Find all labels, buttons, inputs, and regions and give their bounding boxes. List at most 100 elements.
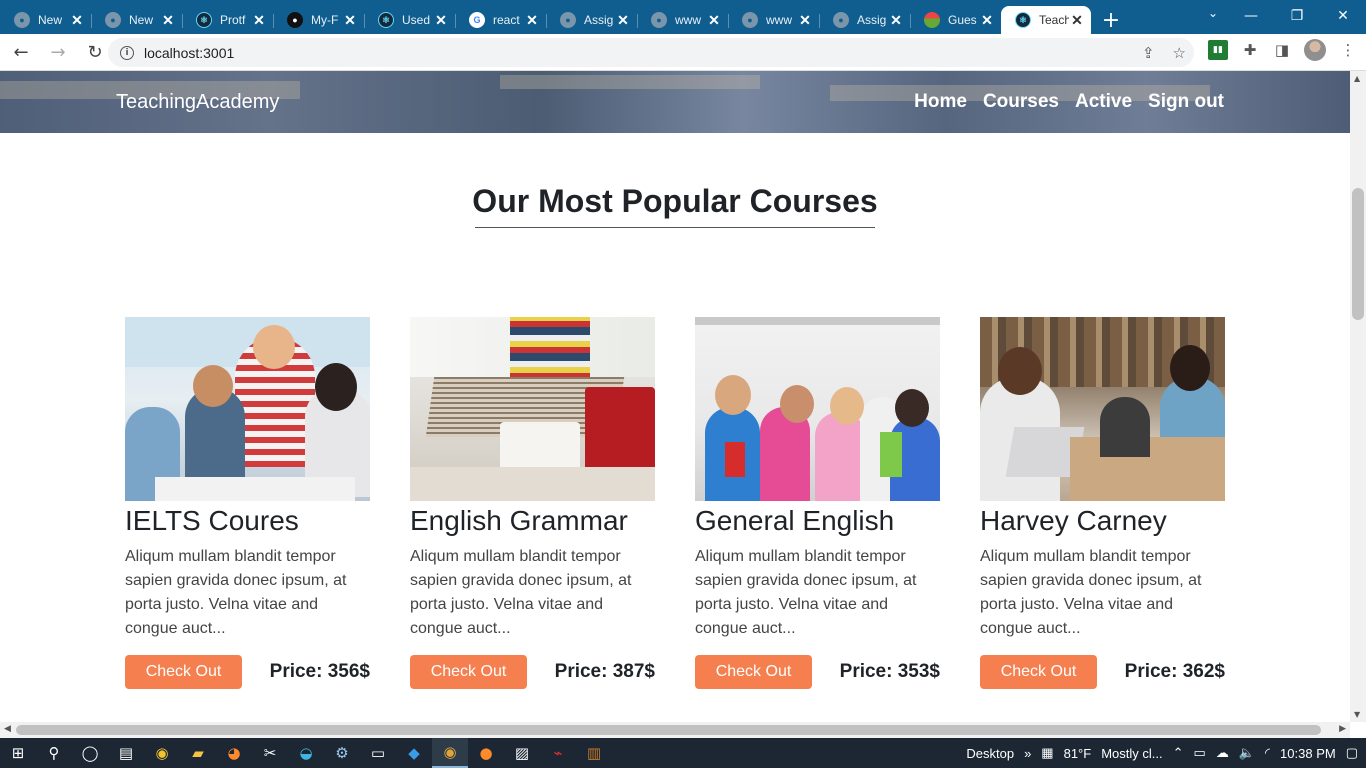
nav-home[interactable]: Home — [914, 91, 967, 113]
forward-arrow-icon[interactable]: → — [42, 36, 74, 68]
vertical-scrollbar[interactable]: ▲ ▼ — [1350, 71, 1366, 722]
capcut-icon[interactable]: ✂ — [252, 738, 288, 768]
browser-tab[interactable]: Greact ✕ — [455, 6, 546, 34]
scroll-down-arrow-icon[interactable]: ▼ — [1354, 710, 1360, 719]
restore-icon[interactable]: ❐ — [1274, 0, 1320, 32]
minimize-icon[interactable]: — — [1228, 0, 1274, 32]
desktop-toolbar-label[interactable]: Desktop — [966, 746, 1014, 761]
browser-tab[interactable]: ⚛ Protf ✕ — [182, 6, 273, 34]
onedrive-icon[interactable]: ☁ — [1216, 745, 1229, 761]
app-icon[interactable]: ⚙ — [324, 738, 360, 768]
browser-tab[interactable]: ● New ✕ — [91, 6, 182, 34]
browser-tab[interactable]: ● New ✕ — [0, 6, 91, 34]
kebab-menu-icon[interactable]: ⋮ — [1338, 40, 1358, 60]
bookmark-star-icon[interactable]: ☆ — [1173, 44, 1186, 62]
check-out-button[interactable]: Check Out — [410, 655, 527, 689]
browser-tab-active[interactable]: ⚛ Teach ✕ — [1001, 6, 1091, 34]
close-icon[interactable]: ✕ — [615, 12, 631, 29]
profile-avatar[interactable] — [1304, 39, 1326, 61]
chrome-icon[interactable]: ◉ — [144, 738, 180, 768]
course-card: General English Aliqum mullam blandit te… — [695, 317, 940, 689]
close-icon[interactable]: ✕ — [524, 12, 540, 29]
browser-tab[interactable]: ● My-F ✕ — [273, 6, 364, 34]
temperature[interactable]: 81°F — [1064, 746, 1092, 761]
tab-title: My-F — [311, 13, 339, 27]
horizontal-scrollbar[interactable]: ◀ ▶ — [0, 722, 1350, 738]
close-icon[interactable]: ✕ — [1069, 12, 1085, 29]
tab-title: Gues — [948, 13, 977, 27]
browser-tab[interactable]: ● Assig ✕ — [819, 6, 910, 34]
address-bar[interactable]: i localhost:3001 ⇪ ☆ — [108, 38, 1194, 67]
close-icon[interactable]: ✕ — [251, 12, 267, 29]
browser-tab[interactable]: Gues ✕ — [910, 6, 1001, 34]
info-icon[interactable]: i — [120, 45, 134, 60]
file-explorer-icon[interactable]: ▰ — [180, 738, 216, 768]
weather-text[interactable]: Mostly cl... — [1101, 746, 1162, 761]
task-view-icon[interactable]: ▤ — [108, 738, 144, 768]
tab-title: Assig — [584, 13, 614, 27]
github-icon: ● — [287, 12, 303, 28]
wifi-icon[interactable]: ◜ — [1265, 745, 1270, 761]
search-icon[interactable]: ⚲ — [36, 738, 72, 768]
puzzle-icon[interactable]: ✚ — [1240, 40, 1260, 60]
close-icon[interactable]: ✕ — [69, 12, 85, 29]
close-icon[interactable]: ✕ — [160, 12, 176, 29]
globe-icon: ● — [833, 12, 849, 28]
nav-courses[interactable]: Courses — [983, 91, 1059, 113]
close-window-icon[interactable]: ✕ — [1320, 0, 1366, 32]
winrar-icon[interactable]: ▥ — [576, 738, 612, 768]
windows-taskbar: ⊞ ⚲ ◯ ▤ ◉ ▰ ◕ ✂ ◒ ⚙ ▭ ◆ ◉ ● ▨ ⌁ ▥ Deskto… — [0, 738, 1366, 768]
globe-icon: ● — [14, 12, 30, 28]
network-icon[interactable]: ▭ — [1194, 745, 1206, 761]
course-image — [125, 317, 370, 501]
close-icon[interactable]: ✕ — [888, 12, 904, 29]
photos-icon[interactable]: ▨ — [504, 738, 540, 768]
chevron-right-icon[interactable]: » — [1024, 746, 1031, 761]
check-out-button[interactable]: Check Out — [695, 655, 812, 689]
terminal-icon[interactable]: ▭ — [360, 738, 396, 768]
scroll-right-arrow-icon[interactable]: ▶ — [1339, 724, 1346, 734]
chrome-active-icon[interactable]: ◉ — [432, 738, 468, 768]
sublime-icon[interactable]: ● — [468, 738, 504, 768]
browser-tab[interactable]: ● Assig ✕ — [546, 6, 637, 34]
check-out-button[interactable]: Check Out — [125, 655, 242, 689]
browser-tab[interactable]: ⚛ Used ✕ — [364, 6, 455, 34]
close-icon[interactable]: ✕ — [342, 12, 358, 29]
close-icon[interactable]: ✕ — [706, 12, 722, 29]
share-icon[interactable]: ⇪ — [1142, 44, 1155, 62]
chevron-up-icon[interactable]: ⌃ — [1173, 745, 1184, 761]
nav-sign-out[interactable]: Sign out — [1148, 91, 1224, 113]
acrobat-icon[interactable]: ⌁ — [540, 738, 576, 768]
browser-tab[interactable]: ● www ✕ — [728, 6, 819, 34]
extension-icon[interactable]: ▮▮ — [1208, 40, 1228, 60]
side-panel-icon[interactable]: ◨ — [1272, 40, 1292, 60]
scrollbar-thumb[interactable] — [16, 725, 1321, 735]
reload-icon[interactable]: ↻ — [79, 36, 111, 68]
vscode-icon[interactable]: ◆ — [396, 738, 432, 768]
close-icon[interactable]: ✕ — [433, 12, 449, 29]
firefox-icon[interactable]: ◕ — [216, 738, 252, 768]
volume-icon[interactable]: 🔈 — [1239, 745, 1255, 761]
nav-active[interactable]: Active — [1075, 91, 1132, 113]
windows-start-icon[interactable]: ⊞ — [0, 738, 36, 768]
scroll-up-arrow-icon[interactable]: ▲ — [1354, 74, 1360, 83]
browser-tab[interactable]: ● www ✕ — [637, 6, 728, 34]
back-arrow-icon[interactable]: ← — [5, 36, 37, 68]
cortana-icon[interactable]: ◯ — [72, 738, 108, 768]
scroll-left-arrow-icon[interactable]: ◀ — [4, 724, 11, 734]
check-out-button[interactable]: Check Out — [980, 655, 1097, 689]
edge-icon[interactable]: ◒ — [288, 738, 324, 768]
hero-decor — [500, 75, 760, 89]
new-tab-button[interactable]: + — [1091, 6, 1131, 34]
scrollbar-thumb[interactable] — [1352, 188, 1364, 320]
tab-search-icon[interactable]: ⌄ — [1208, 6, 1218, 20]
tab-title: Used — [402, 13, 431, 27]
weather-icon[interactable]: ▦ — [1041, 745, 1053, 761]
close-icon[interactable]: ✕ — [979, 12, 995, 29]
close-icon[interactable]: ✕ — [797, 12, 813, 29]
site-brand[interactable]: TeachingAcademy — [116, 91, 279, 114]
clock-time[interactable]: 10:38 PM — [1280, 746, 1336, 761]
google-icon: G — [469, 12, 485, 28]
url-text[interactable]: localhost:3001 — [144, 45, 234, 61]
notification-icon[interactable]: ▢ — [1346, 745, 1358, 761]
